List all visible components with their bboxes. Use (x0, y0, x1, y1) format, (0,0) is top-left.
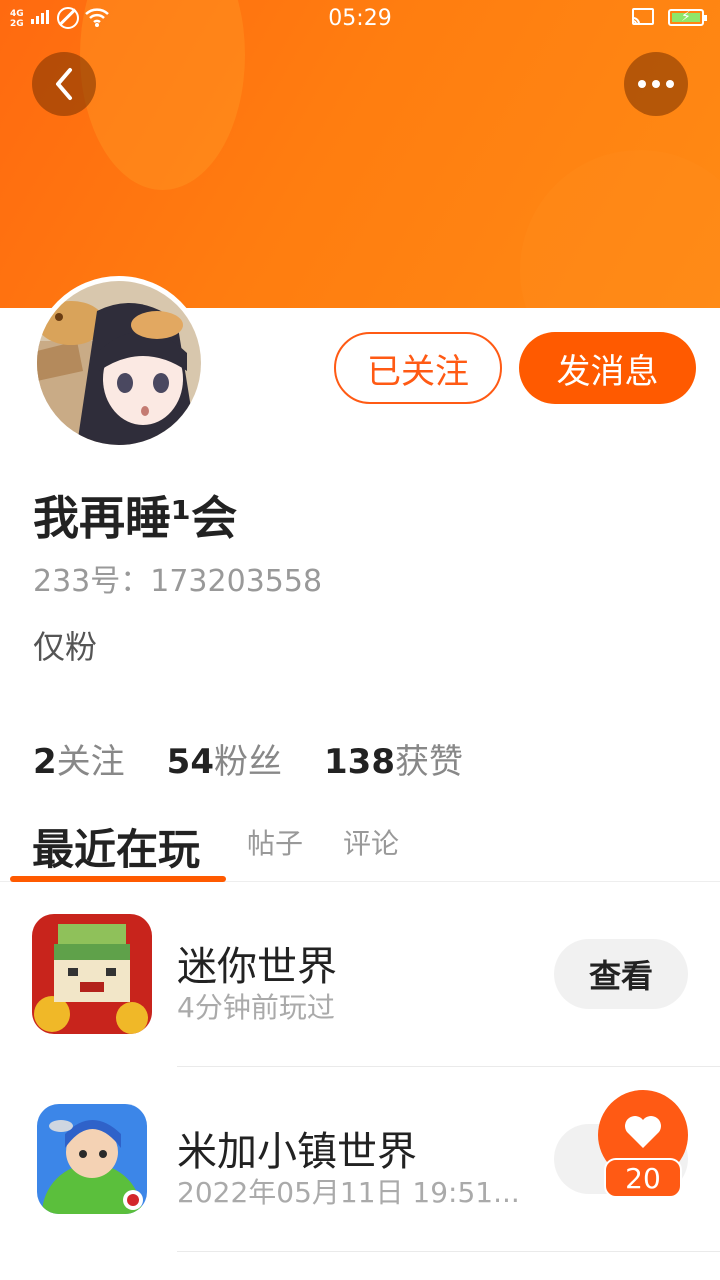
profile-tabs: 最近在玩 帖子 评论 (0, 808, 720, 882)
more-dots-icon (638, 80, 674, 88)
game-last-played: 2022年05月11日 19:51... (177, 1176, 520, 1209)
back-button[interactable] (32, 52, 96, 116)
heart-icon (625, 1116, 661, 1148)
tab-comments[interactable]: 评论 (343, 822, 399, 862)
user-id: 233号：173203558 (33, 564, 323, 599)
game-icon (32, 914, 152, 1034)
divider (177, 1251, 720, 1252)
followed-button[interactable]: 已关注 (334, 332, 502, 404)
username: 我再睡¹会 (33, 491, 238, 545)
list-item[interactable]: 迷你世界 4分钟前玩过 查看 (0, 882, 720, 1067)
profile-stats: 2关注 54粉丝 138获赞 (33, 734, 463, 783)
more-options-button[interactable] (624, 52, 688, 116)
user-bio: 仅粉 (33, 628, 98, 666)
game-last-played: 4分钟前玩过 (177, 991, 335, 1024)
battery-icon: ⚡ (668, 9, 707, 26)
tab-recently-played[interactable]: 最近在玩 (32, 816, 200, 877)
profile-banner (0, 0, 720, 308)
following-stat[interactable]: 2关注 (33, 734, 125, 783)
avatar[interactable] (32, 276, 206, 450)
likes-stat[interactable]: 138获赞 (324, 734, 463, 783)
chevron-left-icon (56, 68, 72, 100)
like-count-badge: 20 (604, 1158, 682, 1198)
send-message-button[interactable]: 发消息 (519, 332, 696, 404)
cast-icon (632, 8, 654, 25)
game-icon (37, 1104, 147, 1214)
game-title: 米加小镇世界 (177, 1129, 417, 1175)
avatar-image (37, 281, 201, 445)
game-title: 迷你世界 (177, 944, 337, 990)
view-button[interactable]: 查看 (554, 939, 688, 1009)
followers-stat[interactable]: 54粉丝 (167, 734, 282, 783)
tab-posts[interactable]: 帖子 (247, 822, 303, 862)
clock: 05:29 (328, 6, 392, 31)
status-bar: 4G 2G 05:29 ⚡ (0, 0, 720, 40)
